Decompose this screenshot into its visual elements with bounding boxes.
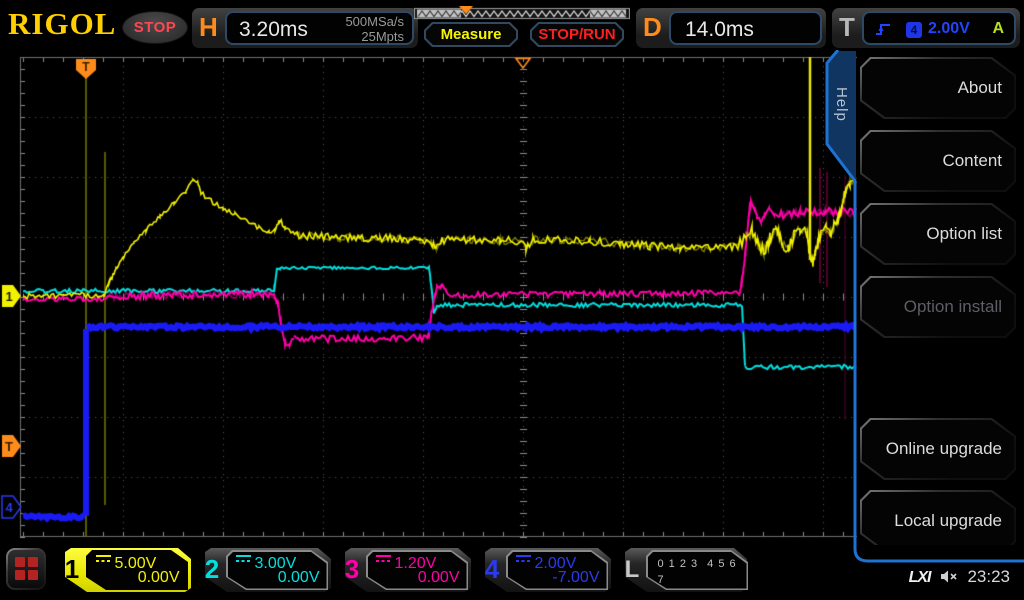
dc-coupling-icon — [236, 555, 251, 567]
menu-button-label: Local upgrade — [894, 490, 1002, 552]
channel-4-box[interactable]: 4 2.00V -7.00V — [477, 548, 611, 592]
channel-number: 3 — [337, 554, 367, 585]
trigger-mode: A — [992, 20, 1004, 38]
memory-position-bar[interactable] — [414, 6, 630, 21]
measure-button[interactable]: Measure — [424, 22, 518, 47]
menu-button-label: Online upgrade — [886, 418, 1002, 480]
channel-3-box[interactable]: 3 1.20V 0.00V — [337, 548, 471, 592]
channel-number: 2 — [197, 554, 227, 585]
help-tab-label: Help — [833, 87, 850, 122]
channel-1-box[interactable]: 1 5.00V 0.00V — [57, 548, 191, 592]
menu-button-local-upgrade[interactable]: Local upgrade — [860, 490, 1016, 552]
quick-menu-button[interactable] — [6, 548, 46, 590]
delay-block[interactable]: D 14.0ms — [636, 8, 826, 48]
stop-run-button[interactable]: STOP/RUN — [530, 22, 624, 47]
logic-value-frame: 0 1 2 34 5 6 7 8 9 10 1112 13 14 15 — [646, 550, 748, 590]
sample-rate-block: 500MSa/s 25Mpts — [345, 14, 404, 44]
t-inner-box: 4 2.00V A — [862, 11, 1016, 45]
trigger-block[interactable]: T 4 2.00V A — [832, 8, 1020, 48]
dc-coupling-icon — [96, 555, 111, 567]
menu-button-about[interactable]: About — [860, 57, 1016, 119]
grid-icon — [8, 550, 44, 588]
top-bar: RIGOL STOP H 3.20ms 500MSa/s 25Mpts Meas… — [0, 0, 1024, 50]
logic-channels-box[interactable]: L 0 1 2 34 5 6 7 8 9 10 1112 13 14 15 — [617, 548, 747, 592]
channel-offset: -7.00V — [552, 569, 599, 587]
menu-button-label: Content — [942, 130, 1002, 192]
h-label: H — [199, 12, 218, 43]
channel-value-frame: 5.00V 0.00V — [86, 550, 188, 590]
trigger-source-badge: 4 — [906, 22, 922, 38]
oscilloscope-screen: RIGOL STOP H 3.20ms 500MSa/s 25Mpts Meas… — [0, 0, 1024, 600]
channel-2-box[interactable]: 2 3.00V 0.00V — [197, 548, 331, 592]
t-label: T — [839, 12, 855, 43]
logic-digits: 0 1 2 3 — [658, 558, 699, 570]
rigol-logo: RIGOL — [8, 6, 116, 42]
stop-run-label: STOP/RUN — [530, 22, 624, 47]
menu-button-label: Option install — [904, 276, 1002, 338]
menu-button-option-install[interactable]: Option install — [860, 276, 1016, 338]
timebase-value: 3.20ms — [239, 18, 308, 42]
status-area: LXI 23:23 — [909, 567, 1010, 589]
dc-coupling-icon — [376, 555, 391, 567]
channel-number: 4 — [477, 554, 507, 585]
d-inner-box: 14.0ms — [669, 11, 822, 45]
clock: 23:23 — [967, 567, 1010, 586]
channel-value-frame: 3.00V 0.00V — [226, 550, 328, 590]
menu-button-online-upgrade[interactable]: Online upgrade — [860, 418, 1016, 480]
menu-panel: About Content Option list Option install… — [857, 50, 1024, 562]
dc-coupling-icon — [516, 555, 531, 567]
channel-offset: 0.00V — [278, 569, 320, 587]
channel-offset: 0.00V — [418, 569, 460, 587]
d-label: D — [643, 12, 662, 43]
trigger-level-value: 2.00V — [928, 20, 970, 38]
delay-value: 14.0ms — [685, 18, 754, 42]
h-inner-box: 3.20ms 500MSa/s 25Mpts — [225, 11, 414, 45]
trigger-slope-icon — [874, 21, 892, 37]
speaker-muted-icon[interactable] — [940, 569, 959, 584]
sample-rate: 500MSa/s — [345, 14, 404, 29]
menu-button-label: About — [958, 57, 1002, 119]
menu-button-option-list[interactable]: Option list — [860, 203, 1016, 265]
channel-value-frame: 2.00V -7.00V — [506, 550, 608, 590]
lxi-indicator: LXI — [909, 569, 931, 586]
menu-button-label: Option list — [926, 203, 1002, 265]
channel-number: 1 — [57, 554, 87, 585]
measure-label: Measure — [424, 22, 518, 47]
bottom-bar: 1 5.00V 0.00V 2 3.00V 0.00V 3 1.20V 0.00… — [0, 545, 1024, 600]
run-state-badge[interactable]: STOP — [122, 11, 188, 44]
channel-value-frame: 1.20V 0.00V — [366, 550, 468, 590]
memory-depth: 25Mpts — [345, 29, 404, 44]
menu-button-content[interactable]: Content — [860, 130, 1016, 192]
logic-label: L — [617, 556, 647, 584]
channel-offset: 0.00V — [138, 569, 180, 587]
horizontal-timebase-block[interactable]: H 3.20ms 500MSa/s 25Mpts — [192, 8, 418, 48]
